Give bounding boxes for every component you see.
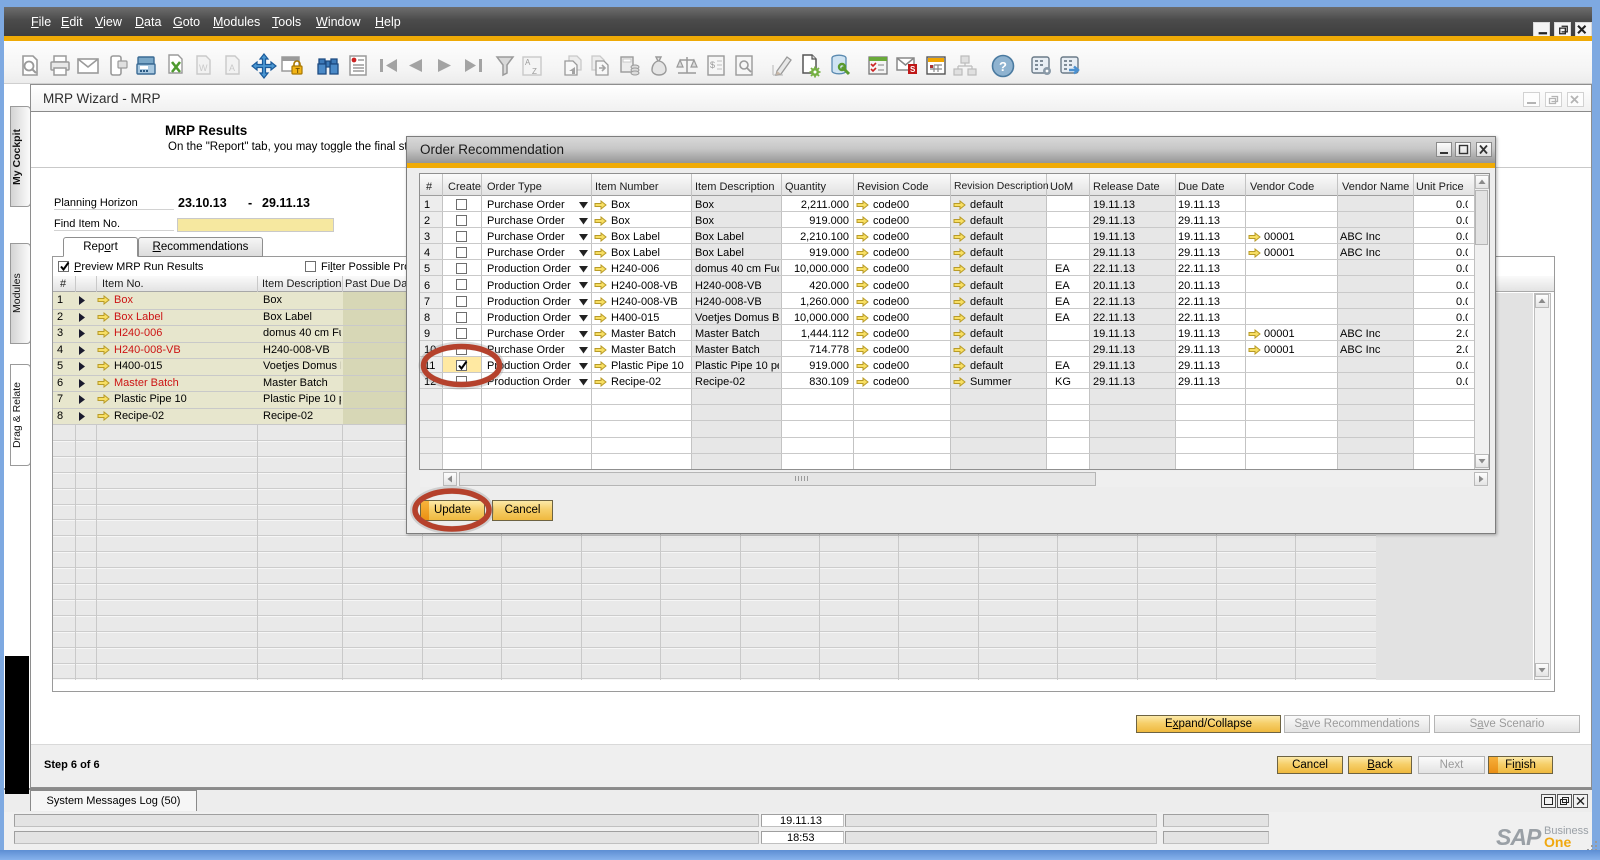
svg-text:A: A <box>229 63 235 73</box>
svg-text:S: S <box>910 65 916 74</box>
svg-text:?: ? <box>999 59 1007 74</box>
svg-text:Z: Z <box>532 67 537 76</box>
svg-text:T: T <box>296 68 301 75</box>
svg-text:$: $ <box>710 60 715 70</box>
svg-text:W: W <box>199 63 208 73</box>
svg-text:A: A <box>525 58 531 67</box>
